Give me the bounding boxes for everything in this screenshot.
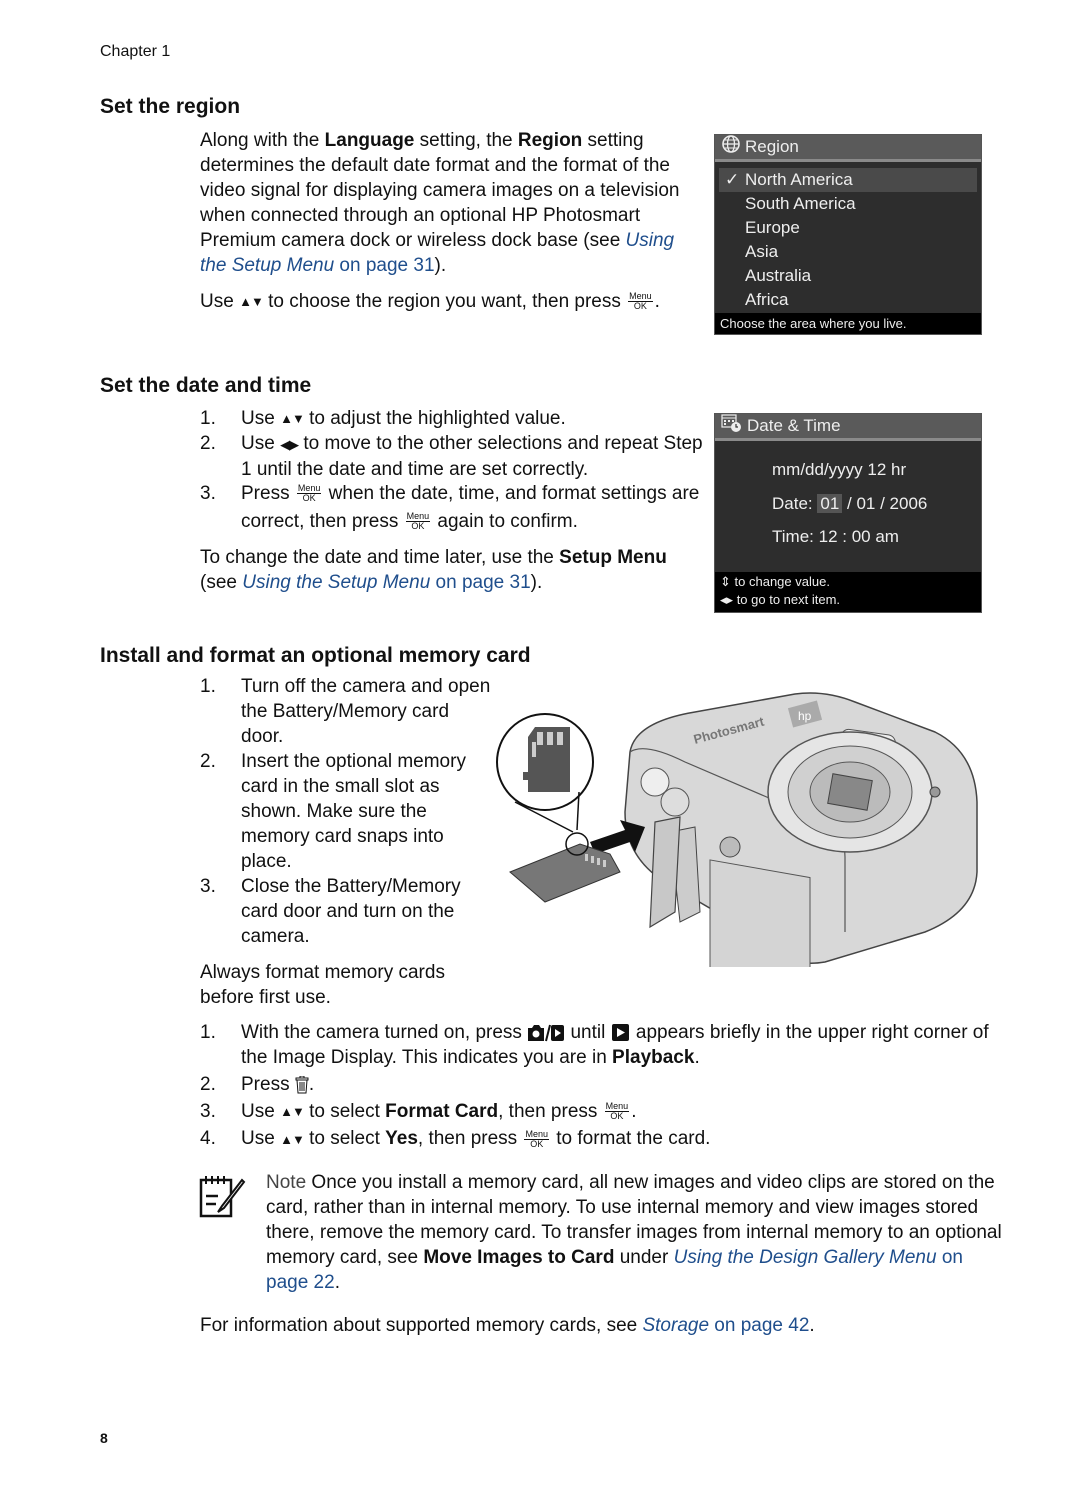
section-title-date-time: Set the date and time xyxy=(100,374,312,397)
list-item: 2. Insert the optional memory card in the… xyxy=(200,751,466,872)
list-item: 3. Press Menu OK when the date, time, and … xyxy=(200,482,700,532)
format-steps: 1. With the camera turned on, press until… xyxy=(200,1020,1010,1152)
list-item: 2. Press . xyxy=(200,1074,315,1095)
region-item-australia[interactable]: Australia xyxy=(715,264,981,288)
region-item-north-america[interactable]: ✓ North America xyxy=(719,168,977,192)
menu-ok-button-icon: Menu OK xyxy=(524,1128,549,1149)
region-item-asia[interactable]: Asia xyxy=(715,240,981,264)
region-instruction: Use ▲▼ to choose the region you want, th… xyxy=(200,289,700,314)
link-setup-menu[interactable]: Using the Setup Menu on page 31 xyxy=(242,572,530,593)
date-time-screen-title: Date & Time xyxy=(715,413,981,441)
install-steps: 1. Turn off the camera and open the Batte… xyxy=(200,674,495,949)
date-time-screen-hint: ⇕ to change value. ◂▸ to go to next item… xyxy=(715,572,981,612)
globe-icon xyxy=(721,134,741,161)
calendar-clock-icon xyxy=(721,413,743,440)
magnifier-callout xyxy=(496,713,594,856)
playback-icon xyxy=(611,1022,631,1043)
region-screen: Region ✓ North America South America Euro… xyxy=(714,134,982,335)
date-month-field[interactable]: 01 xyxy=(817,494,843,513)
chapter-header: Chapter 1 xyxy=(100,43,171,60)
always-format-text: Always format memory cards before first … xyxy=(200,962,445,1008)
note-label: Note xyxy=(266,1172,307,1193)
region-screen-hint: Choose the area where you live. xyxy=(715,313,981,334)
hp-logo: hp xyxy=(798,709,812,723)
list-item: 2. Use ◀▶ to move to the other selections… xyxy=(200,433,703,480)
time-value: Time: 12 : 00 am xyxy=(772,527,899,546)
menu-ok-button-icon: Menu OK xyxy=(604,1101,630,1122)
section-title-region: Set the region xyxy=(100,95,241,118)
date-format-value: mm/dd/yyyy 12 hr xyxy=(772,460,907,479)
up-down-arrows-icon: ▲▼ xyxy=(280,411,305,427)
left-right-arrows-icon: ◀▶ xyxy=(280,436,299,452)
note-text: Note Once you install a memory card, all… xyxy=(266,1172,1002,1293)
trash-icon xyxy=(295,1074,309,1095)
list-item: 3. Close the Battery/Memory card door and… xyxy=(200,876,461,947)
region-list: ✓ North America South America Europe Asia… xyxy=(715,162,981,312)
up-down-arrows-icon: ▲▼ xyxy=(280,1104,305,1120)
up-down-arrows-icon: ▲▼ xyxy=(280,1131,305,1147)
up-down-small-icon: ⇕ xyxy=(720,574,731,589)
region-item-europe[interactable]: Europe xyxy=(715,216,981,240)
checkmark-icon: ✓ xyxy=(725,170,740,189)
region-paragraph: Along with the Language setting, the Reg… xyxy=(200,130,680,276)
camera-playback-button-icon xyxy=(527,1022,565,1043)
list-item: 1. Use ▲▼ to adjust the highlighted value… xyxy=(200,406,705,431)
list-item: 3. Use ▲▼ to select Format Card, then pre… xyxy=(200,1099,1010,1124)
region-item-africa[interactable]: Africa xyxy=(715,288,981,312)
menu-ok-button-icon: Menu OK xyxy=(296,483,322,504)
section-title-memory-card: Install and format an optional memory ca… xyxy=(100,644,531,667)
date-value: Date: 01 / 01 / 2006 xyxy=(772,494,928,513)
date-steps: 1. Use ▲▼ to adjust the highlighted value… xyxy=(200,406,705,536)
list-item: 1. With the camera turned on, press until… xyxy=(200,1022,989,1068)
note-icon xyxy=(198,1172,246,1225)
memory-card-icon xyxy=(509,843,621,903)
menu-ok-button-icon: Menu OK xyxy=(405,511,431,532)
date-change-paragraph: To change the date and time later, use t… xyxy=(200,547,667,593)
date-time-screen: Date & Time mm/dd/yyyy 12 hr Date: 01 / … xyxy=(714,413,982,613)
card-door xyxy=(649,816,681,929)
page-number: 8 xyxy=(100,1430,108,1446)
region-item-south-america[interactable]: South America xyxy=(715,192,981,216)
link-storage[interactable]: Storage on page 42 xyxy=(642,1315,809,1336)
left-right-small-icon: ◂▸ xyxy=(720,592,734,607)
list-item: 4. Use ▲▼ to select Yes, then press Menu O… xyxy=(200,1126,1010,1151)
menu-ok-button-icon: Menu OK xyxy=(628,291,653,312)
region-screen-title: Region xyxy=(715,134,981,162)
list-item: 1. Turn off the camera and open the Batte… xyxy=(200,676,491,747)
up-down-arrows-icon: ▲▼ xyxy=(239,294,264,310)
storage-paragraph: For information about supported memory c… xyxy=(200,1315,815,1336)
camera-illustration: hp Photosmart xyxy=(495,682,985,989)
